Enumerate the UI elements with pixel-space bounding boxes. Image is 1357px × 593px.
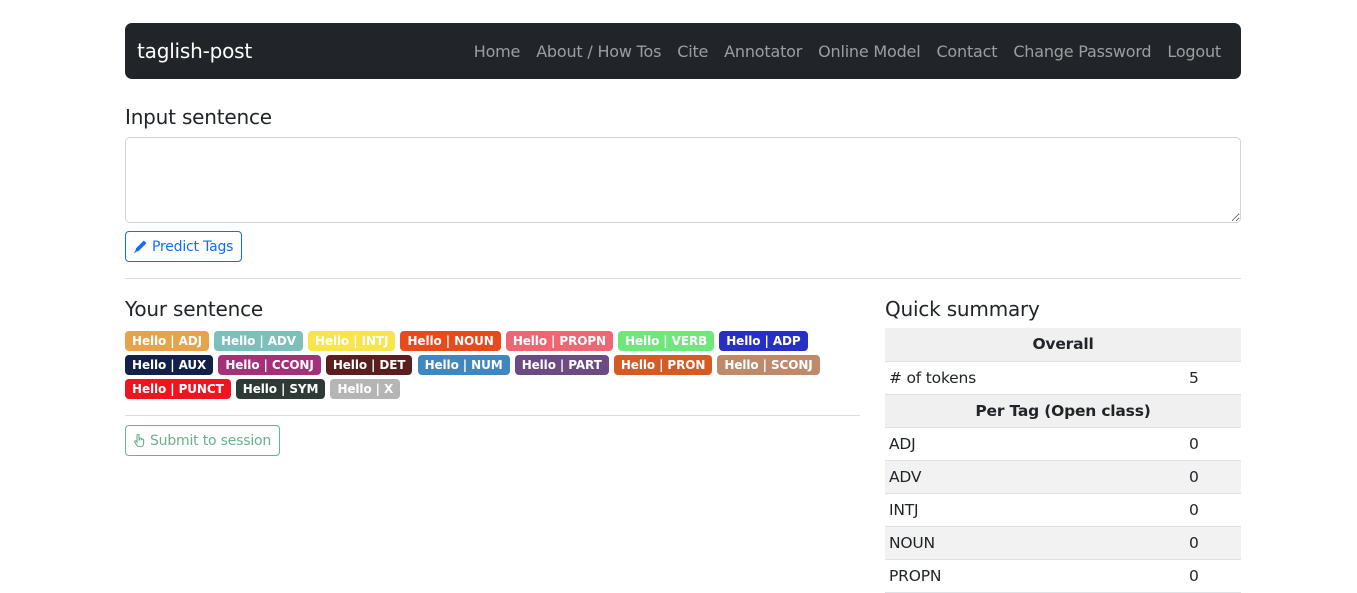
tag-badge[interactable]: Hello | SCONJ [717, 355, 820, 375]
your-sentence-title: Your sentence [125, 297, 263, 321]
tag-name: INTJ [885, 493, 1185, 527]
table-row: # of tokens 5 [885, 361, 1241, 395]
sentence-input[interactable] [125, 137, 1241, 223]
tag-count: 0 [1185, 427, 1241, 461]
tag-badges: Hello | ADJ Hello | ADV Hello | INTJ Hel… [125, 331, 860, 403]
table-row: ADJ 0 [885, 427, 1241, 461]
page-container: taglish-post Home About / How Tos Cite A… [125, 23, 1241, 593]
tag-badge[interactable]: Hello | SYM [235, 379, 326, 399]
submit-label: Submit to session [150, 432, 272, 449]
tag-count: 0 [1185, 526, 1241, 560]
tag-badge[interactable]: Hello | ADV [214, 331, 303, 351]
table-row: ADV 0 [885, 460, 1241, 494]
nav-contact[interactable]: Contact [936, 42, 997, 61]
per-tag-header: Per Tag (Open class) [885, 394, 1241, 428]
tag-badge[interactable]: Hello | INTJ [308, 331, 396, 351]
tag-badge[interactable]: Hello | VERB [618, 331, 715, 351]
tag-badge[interactable]: Hello | PRON [613, 355, 713, 375]
tag-name: ADJ [885, 427, 1185, 461]
table-row: NOUN 0 [885, 526, 1241, 560]
tag-count: 0 [1185, 493, 1241, 527]
predict-tags-label: Predict Tags [152, 238, 234, 255]
navbar: taglish-post Home About / How Tos Cite A… [125, 23, 1241, 79]
nav-change-password[interactable]: Change Password [1013, 42, 1151, 61]
tag-badge[interactable]: Hello | ADP [719, 331, 808, 351]
tag-badge[interactable]: Hello | NOUN [400, 331, 501, 351]
tag-badge[interactable]: Hello | X [330, 379, 401, 399]
tag-badge[interactable]: Hello | CCONJ [218, 355, 321, 375]
tag-badge[interactable]: Hello | ADJ [125, 331, 210, 351]
quick-summary-title: Quick summary [885, 297, 1040, 321]
tag-count: 0 [1185, 460, 1241, 494]
pen-icon [134, 240, 147, 253]
hand-pointer-icon [134, 434, 145, 447]
tag-badge[interactable]: Hello | PUNCT [125, 379, 231, 399]
tag-badge[interactable]: Hello | PART [514, 355, 609, 375]
divider [125, 278, 1241, 279]
nav-online-model[interactable]: Online Model [818, 42, 921, 61]
tag-name: ADV [885, 460, 1185, 494]
nav-annotator[interactable]: Annotator [724, 42, 802, 61]
summary-table: Overall # of tokens 5 Per Tag (Open clas… [885, 328, 1241, 593]
table-row: INTJ 0 [885, 493, 1241, 527]
tag-badge[interactable]: Hello | NUM [417, 355, 510, 375]
tag-badge[interactable]: Hello | AUX [125, 355, 214, 375]
table-row: PROPN 0 [885, 559, 1241, 593]
nav-about[interactable]: About / How Tos [536, 42, 661, 61]
tokens-label: # of tokens [885, 361, 1185, 395]
nav-cite[interactable]: Cite [677, 42, 708, 61]
tag-count: 0 [1185, 559, 1241, 593]
results-row: Your sentence Hello | ADJ Hello | ADV He… [125, 297, 1241, 593]
nav-home[interactable]: Home [474, 42, 521, 61]
sentence-column: Your sentence Hello | ADJ Hello | ADV He… [125, 297, 860, 593]
tag-name: NOUN [885, 526, 1185, 560]
tag-badge[interactable]: Hello | PROPN [505, 331, 613, 351]
submit-to-session-button[interactable]: Submit to session [125, 425, 281, 456]
tokens-value: 5 [1185, 361, 1241, 395]
tag-name: PROPN [885, 559, 1185, 593]
tag-badge[interactable]: Hello | DET [325, 355, 413, 375]
sentence-divider [125, 415, 860, 416]
overall-header: Overall [885, 328, 1241, 362]
predict-tags-button[interactable]: Predict Tags [125, 231, 243, 262]
brand-link[interactable]: taglish-post [137, 39, 252, 63]
nav-links: Home About / How Tos Cite Annotator Onli… [458, 42, 1221, 61]
summary-column: Quick summary Overall # of tokens 5 Per … [885, 297, 1241, 593]
nav-logout[interactable]: Logout [1167, 42, 1221, 61]
input-sentence-title: Input sentence [125, 105, 272, 129]
